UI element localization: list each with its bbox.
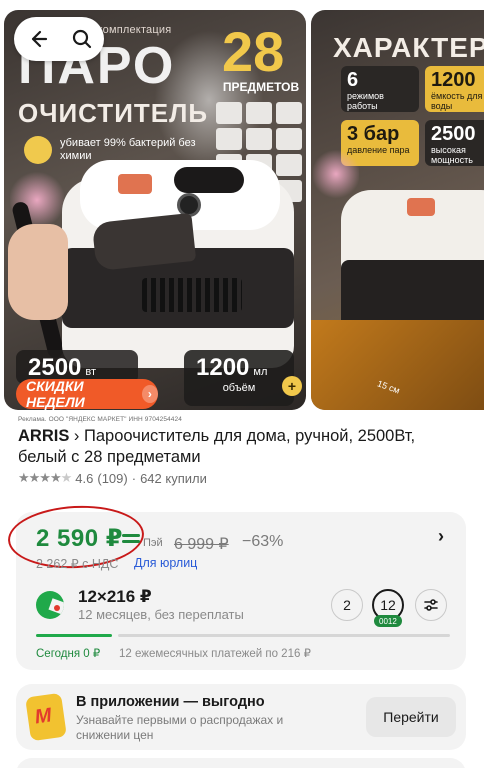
app-promo-title: В приложении — выгодно: [76, 694, 265, 710]
split-terms: 12 месяцев, без переплаты: [78, 607, 244, 622]
rating-value: 4.6: [75, 470, 94, 486]
volume-unit: мл: [253, 366, 268, 378]
pay-label: Пэй: [143, 537, 163, 549]
attachment-icon: [246, 128, 272, 150]
slide-title-line2: ОЧИСТИТЕЛЬ: [18, 98, 209, 128]
discount-percent: −63%: [242, 533, 284, 550]
chevron-right-icon[interactable]: ›: [438, 526, 444, 547]
spec-value: 3 бар: [347, 123, 400, 145]
gallery-slide-2[interactable]: ХАРАКТЕРИ 6 режимов работы 1200 ёмкость …: [311, 10, 484, 410]
attachment-icon: [216, 128, 242, 150]
flower-decoration: [313, 148, 359, 200]
split-payment-icon: [36, 591, 64, 619]
open-app-button[interactable]: Перейти: [366, 697, 456, 737]
bought-count: 642 купили: [140, 470, 207, 486]
reviews-count: (109): [97, 470, 128, 486]
chevron-right-icon: ›: [141, 385, 158, 403]
ad-disclosure: Реклама. ООО "ЯНДЕКС МАРКЕТ" ИНН 9704254…: [18, 416, 182, 423]
sliders-icon: [424, 599, 438, 611]
spec-text: высокая мощность: [431, 145, 473, 165]
volume-spec: 1200 мл объём: [184, 350, 294, 406]
spec-value: 6: [347, 69, 359, 91]
today-payment: Сегодня 0 ₽: [36, 648, 101, 660]
attachment-icon: [276, 154, 302, 176]
spec-value: 2500: [431, 123, 476, 145]
search-icon: [72, 29, 91, 49]
old-price: 6 999 ₽: [174, 536, 229, 553]
search-button[interactable]: [65, 22, 99, 56]
volume-value: 1200: [196, 354, 250, 381]
rating-stars: ★★★★★: [18, 470, 73, 486]
germ-icon: [24, 136, 52, 164]
dot-separator: ·: [131, 470, 137, 486]
vat-price: 2 262 ₽ с НДС: [36, 557, 119, 571]
star-icon: ★★★★: [18, 470, 62, 485]
monthly-payments: 12 ежемесячных платежей по 216 ₽: [119, 648, 311, 660]
attachment-icon: [276, 102, 302, 124]
spec-value: 1200: [431, 69, 476, 91]
term-option-2[interactable]: 2: [331, 589, 363, 621]
spec-text: ёмкость для воды: [431, 91, 483, 111]
brand-link[interactable]: ARRIS: [18, 427, 69, 445]
progress-done: [36, 634, 112, 637]
rating-row[interactable]: ★★★★★ 4.6 (109) · 642 купили: [18, 470, 207, 486]
spec-text: режимов работы: [347, 91, 384, 111]
steamer-holes: [174, 167, 244, 193]
slide2-title: ХАРАКТЕРИ: [333, 32, 484, 63]
product-title: ARRIS › Пароочиститель для дома, ручной,…: [18, 426, 468, 468]
back-button[interactable]: [20, 22, 54, 56]
gallery-slide-1[interactable]: подарочная комплектация ПАРО ОЧИСТИТЕЛЬ …: [4, 10, 306, 410]
next-card: [16, 758, 466, 768]
hand-image: [8, 224, 68, 320]
settings-button[interactable]: [415, 589, 447, 621]
attachment-icon: [276, 128, 302, 150]
pay-icon: [122, 534, 140, 548]
steamer-switch: [118, 174, 152, 194]
attachment-icon: [216, 102, 242, 124]
steamer-switch: [407, 198, 435, 216]
top-nav-pill: [14, 17, 104, 61]
spec-card: 1200 ёмкость для воды: [425, 66, 484, 112]
plus-icon: +: [282, 376, 302, 396]
payment-progress: [36, 634, 450, 637]
split-amount: 12×216 ₽: [78, 587, 152, 606]
items-count: 28: [222, 20, 285, 83]
spec-card: 2500 высокая мощность: [425, 120, 484, 166]
progress-rest: [118, 634, 450, 637]
weekly-sale-badge[interactable]: СКИДКИ НЕДЕЛИ ›: [16, 378, 158, 410]
attachment-icon: [246, 102, 272, 124]
spec-card: 6 режимов работы: [341, 66, 419, 112]
star-half-icon: ★: [60, 470, 73, 485]
app-promo-subtitle: Узнавайте первыми о распродажах и снижен…: [76, 713, 284, 742]
legal-entity-link[interactable]: Для юрлиц: [134, 556, 197, 570]
arrow-left-icon: [31, 30, 47, 48]
volume-label: объём: [222, 382, 256, 394]
product-gallery[interactable]: подарочная комплектация ПАРО ОЧИСТИТЕЛЬ …: [0, 0, 484, 412]
title-separator: ›: [69, 427, 85, 445]
power-unit: вт: [85, 366, 97, 378]
weekly-sale-label: СКИДКИ НЕДЕЛИ: [26, 378, 85, 410]
market-app-icon: [25, 692, 67, 742]
items-count-label: ПРЕДМЕТОВ: [222, 80, 300, 94]
silk-fabric: [311, 320, 484, 410]
term-badge: 0012: [374, 615, 402, 627]
steamer-grill: [142, 278, 242, 312]
